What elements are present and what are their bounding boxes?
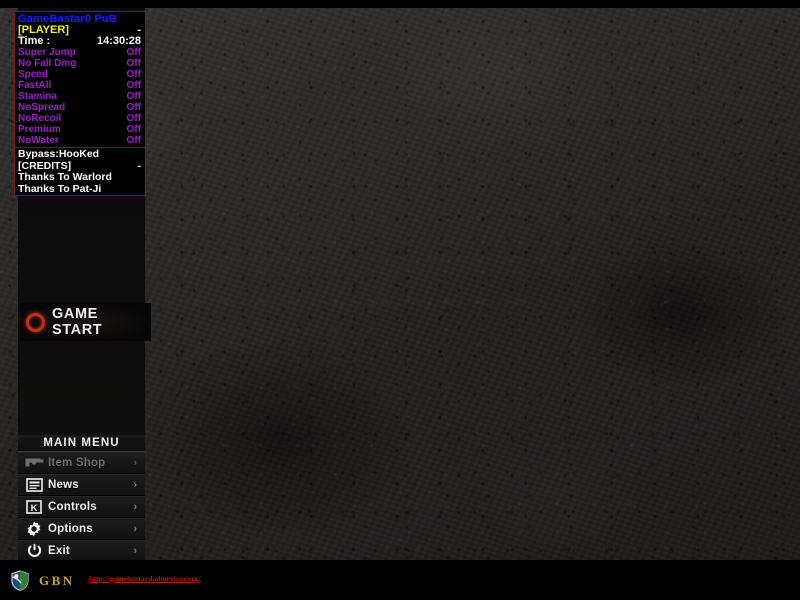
cheat-toggle-label: NoRecoil <box>18 113 62 124</box>
cheat-toggle-value: Off <box>126 80 141 91</box>
cheat-row-time: Time : 14:30:28 <box>15 36 145 47</box>
gear-icon <box>24 521 44 537</box>
footer-brand-label: GBN <box>39 572 75 588</box>
game-start-button[interactable]: GAME START <box>20 303 151 341</box>
cheat-toggle-value: Off <box>126 58 141 69</box>
game-screen: GameBastar0 PuB [PLAYER] - Time : 14:30:… <box>0 0 800 600</box>
cheat-toggle-label: Stamina <box>18 91 57 102</box>
main-menu: MAIN MENU Item Shop › News › K Controls … <box>18 435 145 562</box>
cheat-toggle-label: FastAll <box>18 80 52 91</box>
cheat-toggle-no-fall-dmg[interactable]: No Fall Dmg Off <box>15 58 145 69</box>
menu-item-exit[interactable]: Exit › <box>18 540 145 562</box>
cheat-toggle-speed[interactable]: Speed Off <box>15 69 145 80</box>
cheat-toggle-label: Premium <box>18 124 61 135</box>
cheat-toggle-value: Off <box>126 113 141 124</box>
cheat-credit-warlord: Thanks To Warlord <box>18 171 112 183</box>
cheat-toggle-value: Off <box>126 47 141 58</box>
chevron-right-icon: › <box>133 522 137 535</box>
cheat-toggle-stamina[interactable]: Stamina Off <box>15 91 145 102</box>
menu-item-label: Controls <box>48 500 97 513</box>
cheat-credit-patji: Thanks To Pat-Ji <box>18 182 102 195</box>
menu-item-item-shop[interactable]: Item Shop › <box>18 452 145 474</box>
cheat-toggle-nospread[interactable]: NoSpread Off <box>15 102 145 113</box>
cheat-toggle-value: Off <box>126 69 141 80</box>
letterbox-top <box>0 0 800 8</box>
menu-item-label: News <box>48 478 79 491</box>
shield-icon <box>10 570 30 591</box>
menu-item-controls[interactable]: K Controls › <box>18 496 145 518</box>
chevron-right-icon: › <box>133 456 137 469</box>
gun-icon <box>24 455 44 471</box>
cheat-toggle-label: Speed <box>18 69 49 80</box>
cheat-bypass-status: Bypass:HooKed <box>18 148 100 160</box>
power-icon <box>24 543 44 559</box>
cheat-toggle-super-jump[interactable]: Super Jump Off <box>15 47 145 58</box>
cheat-toggle-nowater[interactable]: NoWater Off <box>15 135 145 146</box>
cheat-overlay-panel[interactable]: GameBastar0 PuB [PLAYER] - Time : 14:30:… <box>14 11 146 196</box>
cheat-toggle-label: Super Jump <box>18 47 76 58</box>
menu-item-news[interactable]: News › <box>18 474 145 496</box>
game-start-label: GAME START <box>52 306 103 338</box>
cheat-toggle-value: Off <box>126 91 141 102</box>
keyboard-icon: K <box>24 499 44 515</box>
footer-site-url[interactable]: http://gamebastard.altervista.org/ <box>89 574 201 583</box>
cheat-row-value: 14:30:28 <box>96 35 141 47</box>
chevron-right-icon: › <box>133 544 137 557</box>
cheat-toggle-value: Off <box>126 124 141 135</box>
chevron-right-icon: › <box>133 478 137 491</box>
cheat-toggle-norecoil[interactable]: NoRecoil Off <box>15 113 145 124</box>
menu-item-label: Item Shop <box>48 456 106 469</box>
menu-item-label: Exit <box>48 544 70 557</box>
cheat-toggle-label: No Fall Dmg <box>18 58 77 69</box>
menu-item-options[interactable]: Options › <box>18 518 145 540</box>
cheat-toggle-premium[interactable]: Premium Off <box>15 124 145 135</box>
chevron-right-icon: › <box>133 500 137 513</box>
ring-icon <box>26 312 45 332</box>
cheat-credits-value: - <box>137 159 142 172</box>
menu-item-label: Options <box>48 522 93 535</box>
cheat-toggle-value: Off <box>126 135 141 146</box>
footer-brand: GBN <box>10 570 75 591</box>
svg-text:K: K <box>31 503 38 514</box>
cheat-row-label: Time : <box>18 35 51 47</box>
cheat-toggle-fastall[interactable]: FastAll Off <box>15 80 145 91</box>
main-menu-header: MAIN MENU <box>18 435 145 452</box>
news-icon <box>24 477 44 493</box>
cheat-toggle-label: NoWater <box>18 135 59 146</box>
cheat-toggle-value: Off <box>126 102 141 113</box>
cheat-toggle-label: NoSpread <box>18 102 66 113</box>
